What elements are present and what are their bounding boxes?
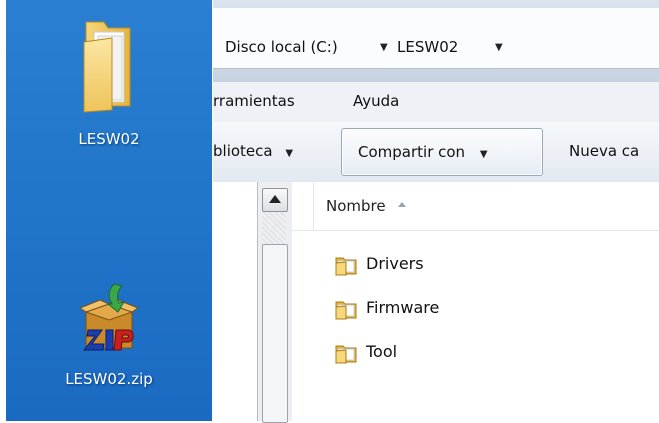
breadcrumb-label: LESW02 [397, 38, 459, 56]
desktop-item-lesw02-zip[interactable]: LESW02.zip [34, 282, 184, 388]
button-label: Compartir con [358, 143, 466, 161]
desktop: LESW02 LESW02.zip [6, 0, 212, 421]
column-header-nombre[interactable]: Nombre [326, 197, 407, 215]
explorer-window: Disco local (C:) ▼ LESW02 ▼ rramientas A… [213, 0, 659, 423]
navigation-pane[interactable] [213, 182, 257, 421]
button-label: blioteca [213, 142, 273, 160]
column-divider[interactable] [313, 182, 314, 230]
list-item[interactable]: Drivers [334, 250, 594, 280]
list-item[interactable]: Tool [334, 338, 594, 368]
folder-icon [34, 0, 184, 126]
chevron-down-icon[interactable]: ▼ [495, 42, 503, 53]
menu-bar: rramientas Ayuda [213, 82, 659, 123]
menu-ayuda[interactable]: Ayuda [353, 92, 399, 110]
desktop-item-label: LESW02.zip [65, 370, 153, 388]
address-bar-area: Disco local (C:) ▼ LESW02 ▼ [213, 0, 659, 82]
desktop-item-lesw02-folder[interactable]: LESW02 [34, 0, 184, 148]
zip-archive-icon [34, 282, 184, 366]
breadcrumb-label: Disco local (C:) [225, 38, 338, 56]
folder-icon [335, 301, 357, 320]
new-folder-button[interactable]: Nueva ca [569, 128, 639, 174]
column-header-bar: Nombre [292, 182, 659, 231]
chevron-down-icon: ▼ [285, 148, 294, 159]
file-name: Tool [366, 342, 398, 361]
address-bar[interactable]: Disco local (C:) ▼ LESW02 ▼ [213, 8, 659, 69]
folder-icon [335, 257, 357, 276]
breadcrumb-lesw02[interactable]: LESW02 [397, 38, 458, 56]
scroll-up-arrow-icon[interactable] [262, 188, 288, 212]
desktop-item-label: LESW02 [78, 130, 140, 148]
file-name: Drivers [366, 254, 424, 273]
nav-pane-scrollbar[interactable] [257, 182, 293, 423]
breadcrumb-disco-local[interactable]: Disco local (C:) [225, 38, 338, 56]
chevron-down-icon[interactable]: ▼ [380, 42, 388, 53]
file-name: Firmware [366, 298, 440, 317]
folder-icon [335, 345, 357, 364]
file-list-pane: Nombre Drivers Firmware Tool [292, 182, 659, 421]
command-bar: blioteca ▼ Compartir con ▼ Nueva ca [213, 122, 659, 183]
share-with-button[interactable]: Compartir con ▼ [341, 128, 543, 176]
chevron-down-icon: ▼ [479, 149, 488, 160]
column-header-label: Nombre [326, 197, 386, 215]
scroll-thumb[interactable] [262, 244, 288, 423]
list-item[interactable]: Firmware [334, 294, 594, 324]
button-label: Nueva ca [569, 142, 640, 160]
sort-ascending-icon [398, 202, 407, 207]
menu-herramientas[interactable]: rramientas [213, 92, 295, 110]
include-in-library-button[interactable]: blioteca ▼ [213, 128, 293, 174]
